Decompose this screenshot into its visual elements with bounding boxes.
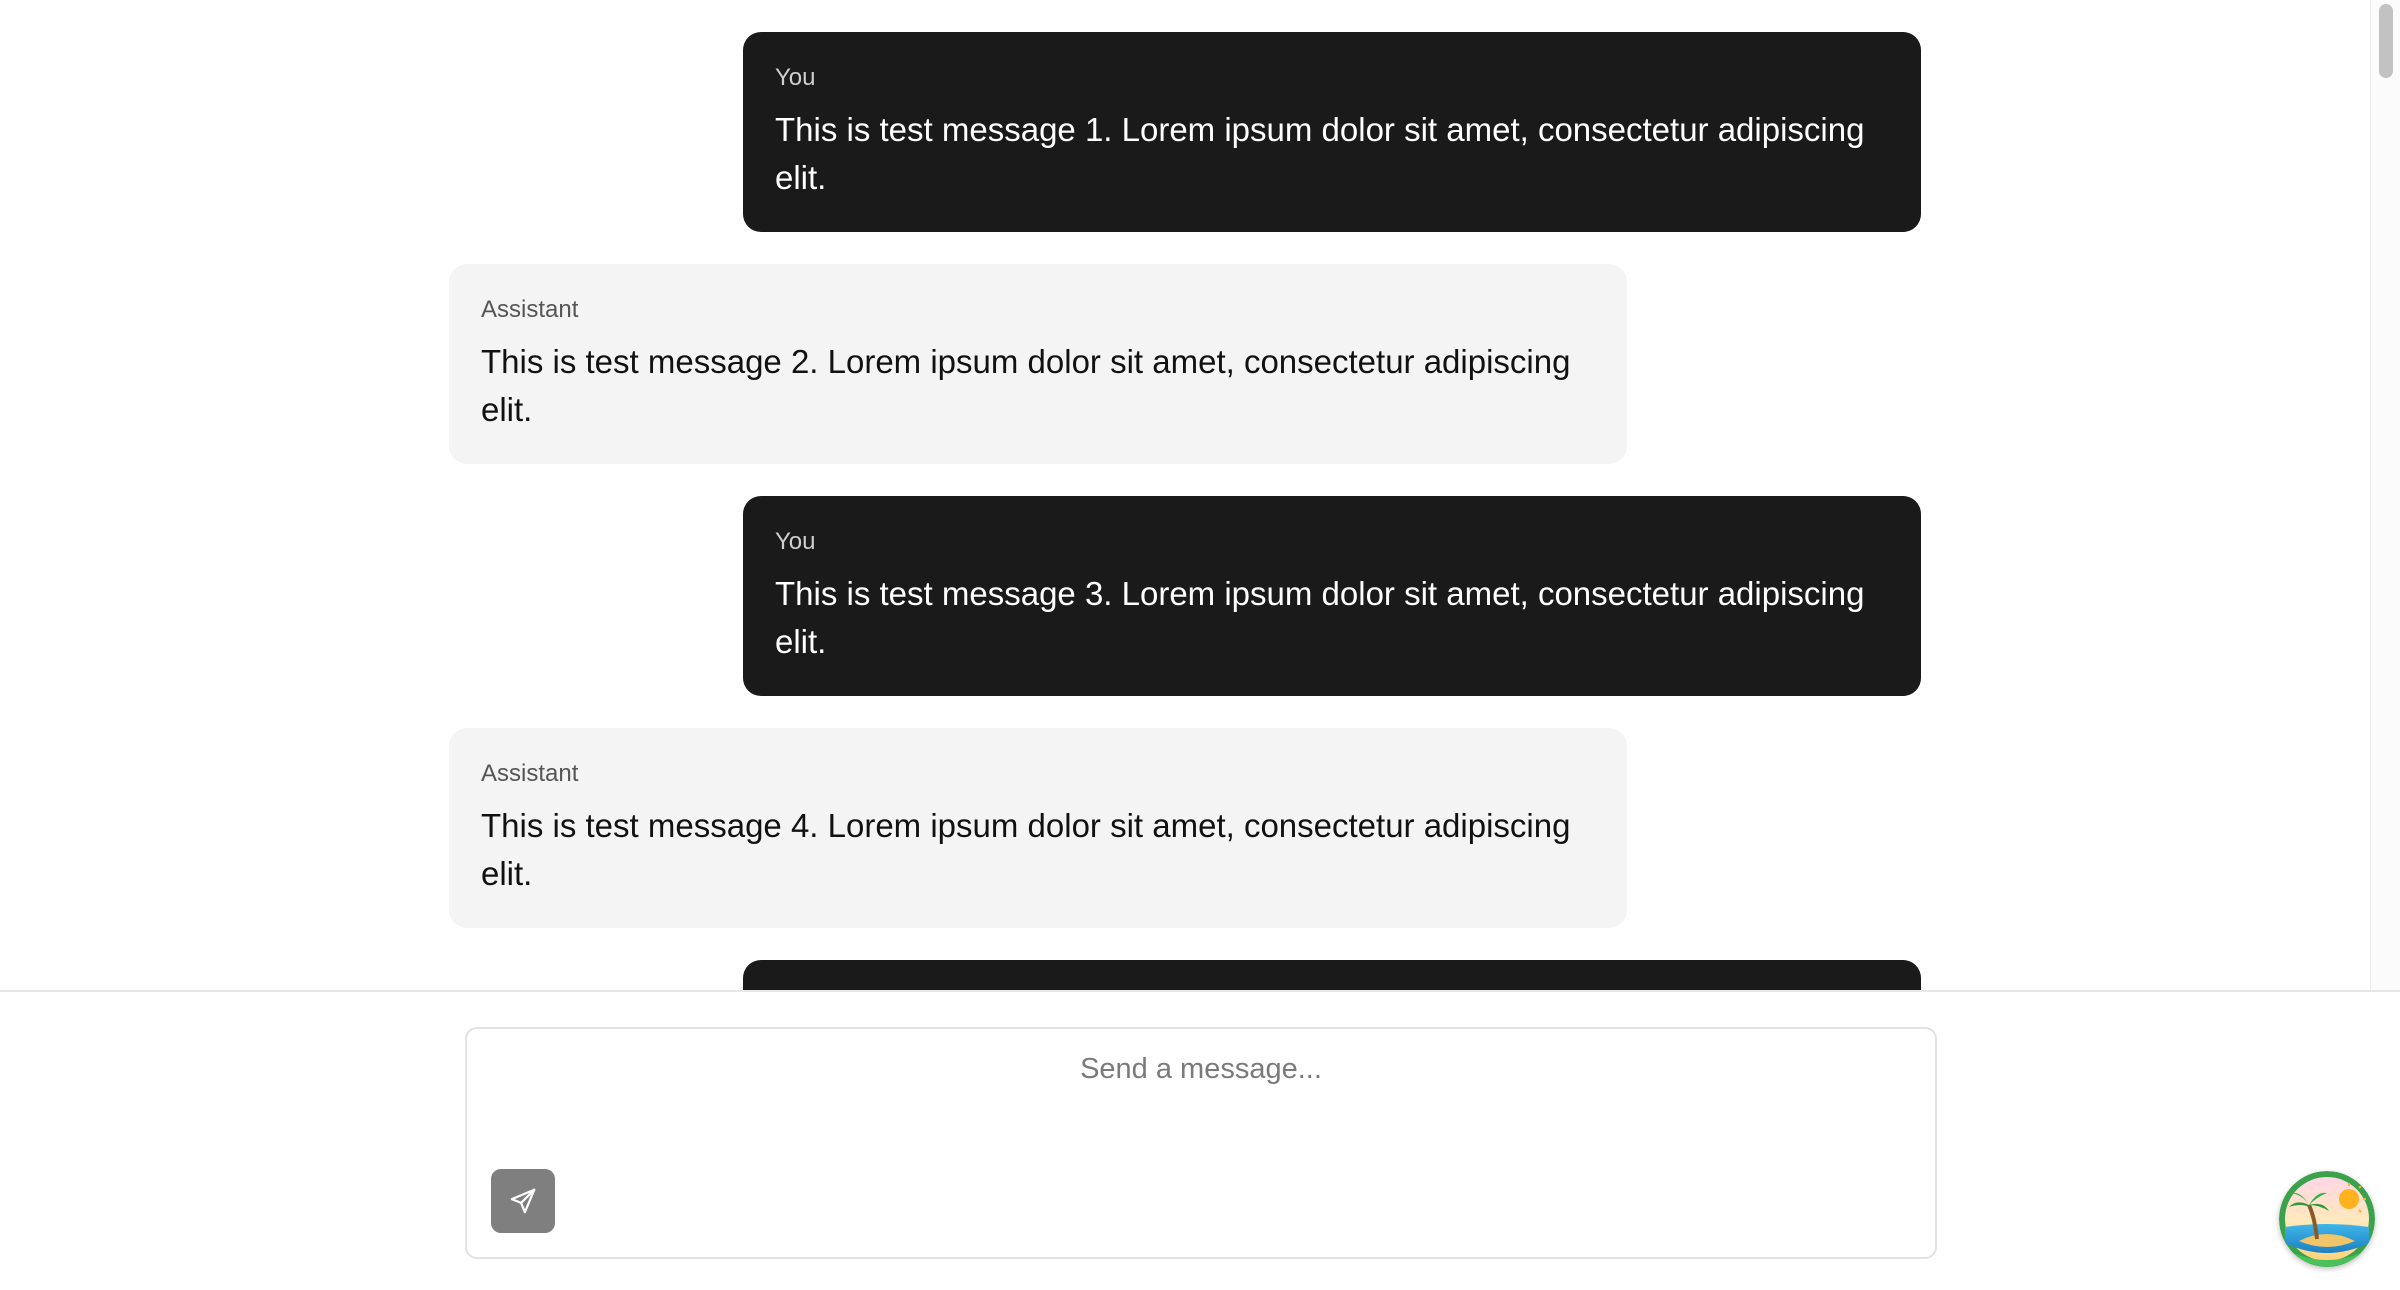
message-composer xyxy=(465,1027,1937,1259)
send-button[interactable] xyxy=(491,1169,555,1233)
paper-plane-icon xyxy=(510,1188,536,1214)
chat-app: You This is test message 1. Lorem ipsum … xyxy=(0,0,2400,1290)
message-text: This is test message 2. Lorem ipsum dolo… xyxy=(481,343,1571,428)
assistant-message: Assistant This is test message 2. Lorem … xyxy=(449,264,1627,464)
assistant-message: Assistant This is test message 4. Lorem … xyxy=(449,728,1627,928)
message-text: This is test message 1. Lorem ipsum dolo… xyxy=(775,111,1865,196)
message-list: You This is test message 1. Lorem ipsum … xyxy=(0,0,2400,990)
user-message: You This is test message 1. Lorem ipsum … xyxy=(743,32,1921,232)
message-text: This is test message 4. Lorem ipsum dolo… xyxy=(481,807,1571,892)
message-role-label: Assistant xyxy=(481,296,579,323)
scrollbar-thumb[interactable] xyxy=(2379,4,2393,78)
vertical-scrollbar[interactable] xyxy=(2370,0,2400,990)
chat-scroll-area[interactable]: You This is test message 1. Lorem ipsum … xyxy=(0,0,2400,992)
message-role-label: You xyxy=(775,528,816,555)
user-message: You This is test message 3. Lorem ipsum … xyxy=(743,496,1921,696)
tropical-island-icon[interactable] xyxy=(2279,1171,2375,1267)
message-role-label: You xyxy=(775,64,816,91)
message-input[interactable] xyxy=(467,1029,1935,1169)
user-message-partial xyxy=(743,960,1921,990)
message-text: This is test message 3. Lorem ipsum dolo… xyxy=(775,575,1865,660)
message-role-label: Assistant xyxy=(481,760,579,787)
